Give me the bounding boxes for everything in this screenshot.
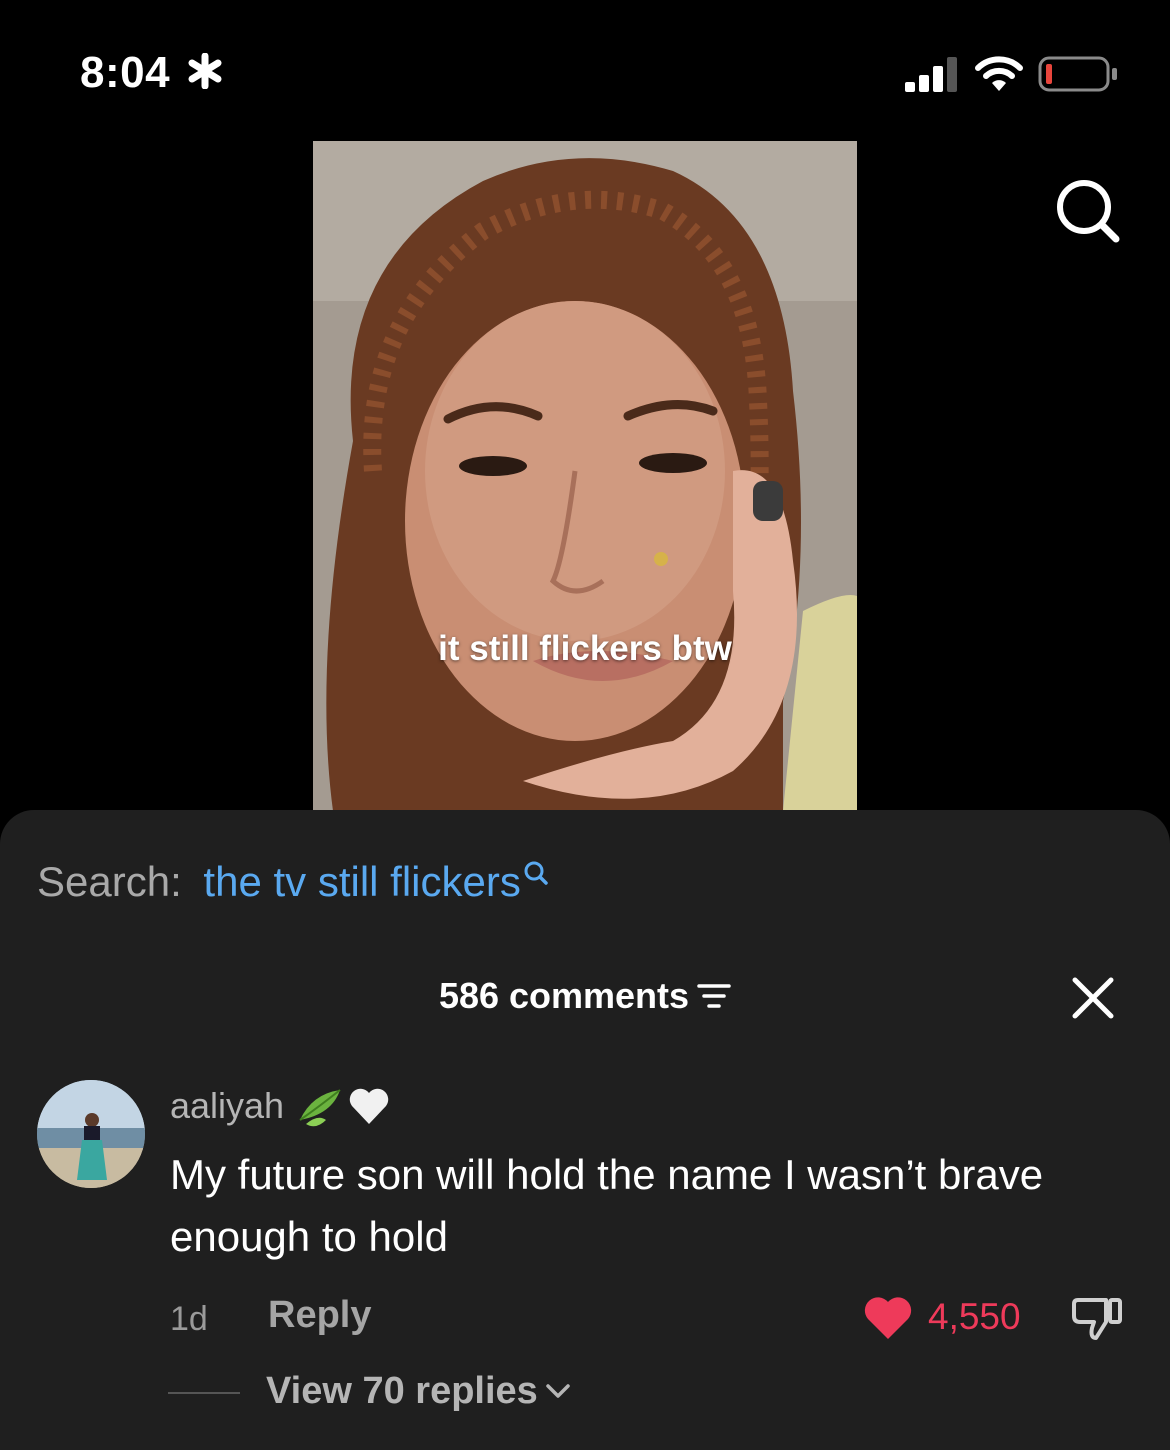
view-replies-button[interactable]: View 70 replies [266, 1370, 572, 1413]
search-icon [1057, 180, 1120, 243]
heart-filled-icon [864, 1297, 912, 1339]
white-heart-emoji-icon [349, 1088, 389, 1124]
comment-age: 1d [170, 1300, 208, 1338]
close-icon [1072, 977, 1114, 1019]
video-preview[interactable]: it still flickers btw [313, 141, 857, 811]
search-prefix: Search: [37, 858, 182, 905]
asterisk-icon [188, 52, 222, 90]
status-icons [900, 52, 1130, 96]
video-caption: it still flickers btw [438, 629, 732, 668]
battery-icon [1038, 56, 1117, 92]
username[interactable]: aaliyah [170, 1085, 284, 1127]
comment-text: My future son will hold the name I wasn’… [170, 1151, 1044, 1260]
comment-author[interactable]: aaliyah [170, 1084, 392, 1128]
view-replies-label[interactable]: View 70 replies [266, 1370, 538, 1412]
avatar[interactable] [37, 1080, 145, 1188]
dislike-button[interactable] [1070, 1292, 1124, 1349]
search-suggestion[interactable]: Search: the tv still flickers [37, 858, 549, 906]
wifi-icon [975, 56, 1023, 91]
chevron-down-icon [546, 1384, 570, 1398]
search-button[interactable] [1052, 175, 1124, 247]
status-time-text: 8:04 [80, 48, 171, 97]
herb-emoji-icon [299, 1089, 341, 1127]
comments-header: 586 comments [0, 975, 1170, 1017]
comments-sheet [0, 810, 1170, 1450]
thumbs-down-icon [1072, 1298, 1122, 1340]
like-count: 4,550 [928, 1296, 1021, 1337]
like-button[interactable] [862, 1294, 914, 1347]
avatar-image [37, 1080, 145, 1188]
close-button[interactable] [1068, 973, 1118, 1023]
username-emojis [296, 1084, 392, 1128]
sort-filter-icon[interactable] [697, 982, 731, 1010]
search-query-link[interactable]: the tv still flickers [203, 858, 520, 905]
status-time: 8:04 [80, 48, 223, 98]
video-frame-image [313, 141, 857, 811]
cellular-signal-icon [905, 57, 957, 92]
search-mini-icon [524, 861, 548, 885]
replies-divider [168, 1392, 240, 1394]
comments-count: 586 comments [438, 975, 690, 1016]
reply-button[interactable]: Reply [268, 1294, 371, 1337]
